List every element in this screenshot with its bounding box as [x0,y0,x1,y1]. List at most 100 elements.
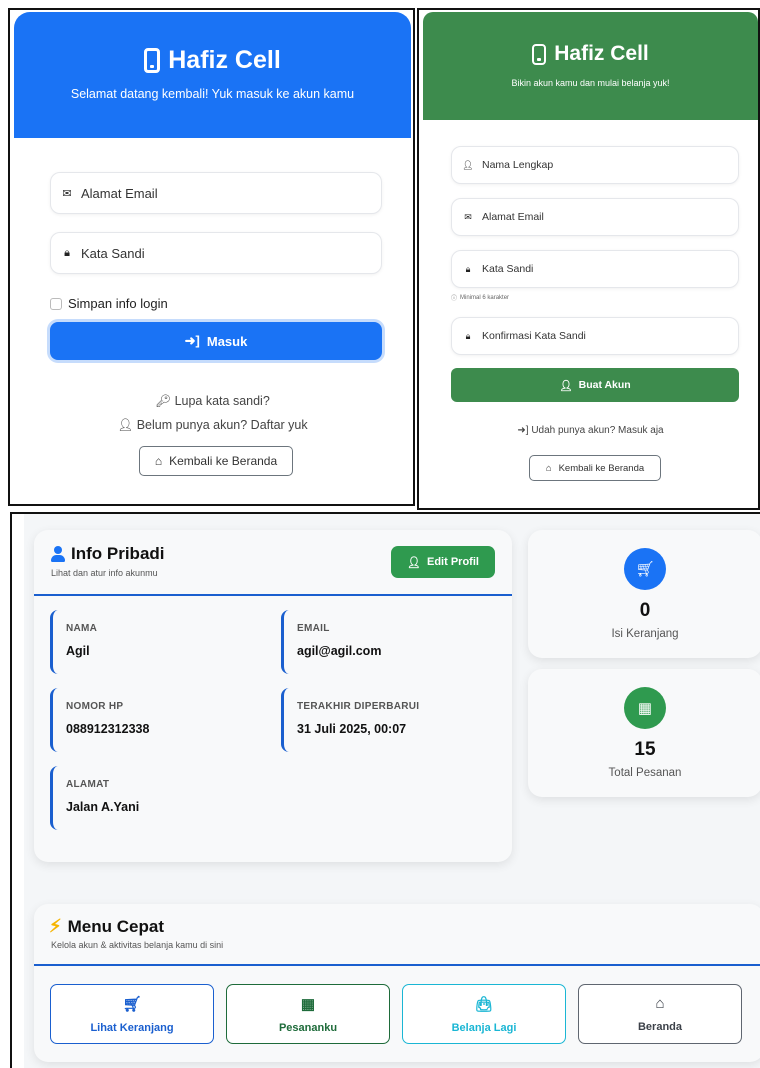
full-name-field[interactable]: 👤︎ Nama Lengkap [451,146,739,184]
personal-info-header: Info Pribadi Lihat dan atur info akunmu … [34,530,512,596]
user-plus-icon: 👤︎ [559,379,573,392]
info-label: EMAIL [297,623,330,634]
quick-menu-card: ⚡︎ Menu Cepat Kelola akun & aktivitas be… [34,904,760,1062]
email-field[interactable]: ✉ Alamat Email [50,172,382,214]
info-label: TERAKHIR DIPERBARUI [297,701,420,712]
cart-stat-card: 🛒︎ 0 Isi Keranjang [528,530,760,658]
shopping-bag-icon: 👜︎ [474,995,494,1013]
lock-icon: 🔒︎ [465,330,471,341]
info-item-last-updated: TERAKHIR DIPERBARUI 31 Juli 2025, 00:07 [281,688,481,752]
info-value: agil@agil.com [297,644,382,658]
key-icon: 🔑︎ [155,394,172,408]
back-home-label: Kembali ke Beranda [558,462,645,474]
login-panel: Hafiz Cell Selamat datang kembali! Yuk m… [8,8,415,506]
edit-profile-button[interactable]: 👤︎ Edit Profil [391,546,495,578]
email-placeholder: Alamat Email [81,185,158,201]
password-hint-text: Minimal 6 karakter [460,294,510,301]
full-name-placeholder: Nama Lengkap [482,159,554,171]
login-link-label: Udah punya akun? Masuk aja [531,425,664,436]
brand-logo: Hafiz Cell [423,42,758,66]
info-item-address: ALAMAT Jalan A.Yani [50,766,250,830]
envelope-icon: ✉ [464,211,472,222]
personal-info-subtitle: Lihat dan atur info akunmu [51,568,158,578]
user-icon [51,546,65,562]
brand-name: Hafiz Cell [168,46,281,74]
email-field[interactable]: ✉ Alamat Email [451,198,739,236]
cart-stat-label: Isi Keranjang [611,628,679,640]
shop-again-button[interactable]: 👜︎ Belanja Lagi [402,984,566,1044]
quick-menu-header: ⚡︎ Menu Cepat Kelola akun & aktivitas be… [34,904,760,966]
home-icon: ⌂ [154,454,163,468]
personal-info-title: Info Pribadi [51,544,165,564]
lightning-icon: ⚡︎ [49,916,62,936]
user-icon: 👤︎ [462,159,474,170]
cart-count: 0 [639,600,651,621]
password-placeholder: Kata Sandi [482,263,534,275]
register-subtitle: Bikin akun kamu dan mulai belanja yuk! [511,78,670,88]
orders-stat-label: Total Pesanan [608,767,682,779]
personal-info-title-text: Info Pribadi [71,544,165,563]
home-icon: ⌂ [655,995,665,1012]
info-value: 31 Juli 2025, 00:07 [297,722,407,736]
view-cart-button[interactable]: 🛒︎ Lihat Keranjang [50,984,214,1044]
user-edit-icon: 👤︎ [407,556,421,569]
create-account-button[interactable]: 👤︎ Buat Akun [451,368,739,402]
info-value: Agil [66,644,90,658]
lock-icon: 🔒︎ [465,263,471,274]
orders-count: 15 [634,739,656,760]
remember-checkbox[interactable] [50,297,62,310]
login-button-label: Masuk [206,333,248,349]
email-placeholder: Alamat Email [482,211,544,223]
box-icon: ▦ [300,995,316,1013]
info-label: NOMOR HP [66,701,124,712]
quick-menu-title: ⚡︎ Menu Cepat [49,916,164,937]
info-item-phone: NOMOR HP 088912312338 [50,688,250,752]
login-card: Hafiz Cell Selamat datang kembali! Yuk m… [14,12,411,502]
create-account-label: Buat Akun [578,379,631,391]
personal-info-card: Info Pribadi Lihat dan atur info akunmu … [34,530,512,862]
confirm-password-field[interactable]: 🔒︎ Konfirmasi Kata Sandi [451,317,739,355]
my-orders-label: Pesananku [278,1021,338,1034]
info-value: 088912312338 [66,722,150,736]
cart-icon: 🛒︎ [624,548,666,590]
login-button[interactable]: ➜] Masuk [50,322,382,360]
user-plus-icon: 👤︎ [117,418,134,432]
lock-icon: 🔒︎ [64,246,70,259]
login-link[interactable]: ➜] Udah punya akun? Masuk aja [423,425,758,436]
remember-label[interactable]: Simpan info login [68,296,168,311]
back-home-button[interactable]: ⌂ Kembali ke Beranda [529,455,661,481]
info-label: ALAMAT [66,779,110,790]
info-item-email: EMAIL agil@agil.com [281,610,481,674]
home-label: Beranda [637,1021,683,1033]
remember-row: Simpan info login [50,296,168,311]
quick-menu-subtitle: Kelola akun & aktivitas belanja kamu di … [51,940,224,950]
sign-in-icon: ➜] [517,425,529,436]
profile-panel: Info Pribadi Lihat dan atur info akunmu … [10,512,760,1068]
quick-menu-title-text: Menu Cepat [67,916,164,936]
shop-again-label: Belanja Lagi [451,1021,517,1034]
password-field[interactable]: 🔒︎ Kata Sandi [451,250,739,288]
sign-in-icon: ➜] [184,333,200,348]
register-header: Hafiz Cell Bikin akun kamu dan mulai bel… [423,12,758,120]
back-home-button[interactable]: ⌂ Kembali ke Beranda [139,446,293,476]
envelope-icon: ✉ [62,187,72,200]
register-panel: Hafiz Cell Bikin akun kamu dan mulai bel… [417,8,760,510]
phone-icon [144,48,161,73]
info-label: NAMA [66,623,98,634]
password-placeholder: Kata Sandi [81,245,145,261]
home-icon: ⌂ [545,462,552,474]
info-value: Jalan A.Yani [66,800,140,814]
login-subtitle: Selamat datang kembali! Yuk masuk ke aku… [70,87,355,101]
phone-icon [532,43,547,65]
register-link[interactable]: 👤︎ Belum punya akun? Daftar yuk [14,418,411,433]
home-button[interactable]: ⌂ Beranda [578,984,742,1044]
password-field[interactable]: 🔒︎ Kata Sandi [50,232,382,274]
register-card: Hafiz Cell Bikin akun kamu dan mulai bel… [423,12,758,506]
brand-name: Hafiz Cell [554,42,649,65]
my-orders-button[interactable]: ▦ Pesananku [226,984,390,1044]
box-icon: ▦ [624,687,666,729]
back-home-label: Kembali ke Beranda [169,454,278,468]
forgot-password-link[interactable]: 🔑︎ Lupa kata sandi? [14,394,411,409]
view-cart-label: Lihat Keranjang [90,1021,174,1034]
edit-profile-label: Edit Profil [427,556,479,568]
